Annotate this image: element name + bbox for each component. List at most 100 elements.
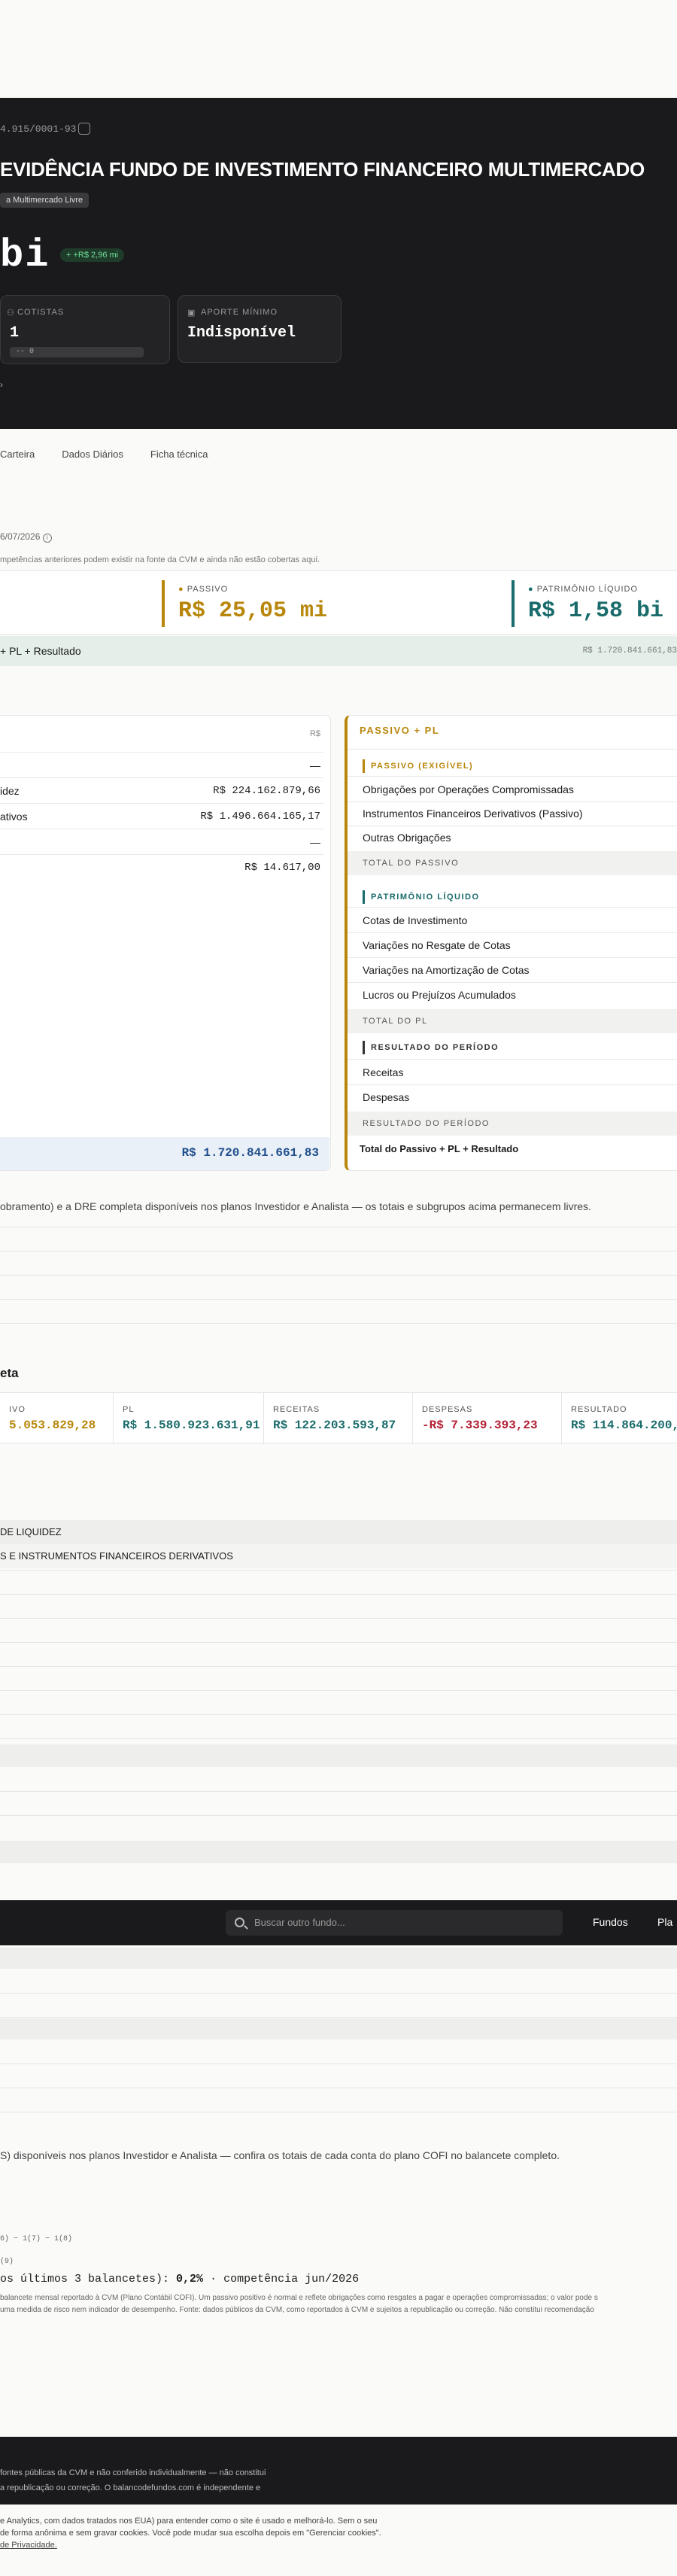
summary-value: 0,2% — [176, 2273, 204, 2286]
kpi-bar: ● PASSIVO R$ 25,05 mi ● PATRIMÔNIO LÍQUI… — [0, 570, 677, 635]
passivo-item-3: Outras Obrigações — [363, 832, 451, 844]
row-value: R$ 1.496.664.165,17 — [200, 811, 320, 823]
fund-cnpj: 4.915/0001-93 — [0, 123, 77, 135]
kpi-pl: ● PATRIMÔNIO LÍQUIDO R$ 1,58 bi — [512, 580, 663, 627]
dre-label: PL — [123, 1405, 135, 1414]
cookie-banner: e Analytics, com dados tratados nos EUA)… — [0, 2515, 677, 2551]
cookie-line-2: de forma anônima e sem gravar cookies. V… — [0, 2529, 381, 2538]
kpi-passivo: ● PASSIVO R$ 25,05 mi — [162, 580, 327, 627]
dre-receitas: RECEITAS R$ 122.203.593,87 — [263, 1393, 396, 1444]
total-passivo-row: TOTAL DO PASSIVO — [348, 851, 677, 875]
dre-despesas: DESPESAS -R$ 7.339.393,23 — [412, 1393, 538, 1444]
footer-line-2: a republicação ou correção. O balancodef… — [0, 2483, 261, 2492]
dre-label: DESPESAS — [422, 1405, 473, 1414]
row-label: ativos — [0, 811, 28, 823]
pl-item-1: Cotas de Investimento — [363, 914, 468, 926]
passivo-header: PASSIVO + PL — [360, 725, 440, 736]
search-placeholder: Buscar outro fundo... — [254, 1917, 345, 1928]
kpi-pl-label: PATRIMÔNIO LÍQUIDO — [536, 585, 639, 594]
coverage-note: mpetências anteriores podem existir na f… — [0, 555, 320, 564]
calendar-icon: ▣ — [187, 309, 196, 318]
grand-total-label: Total do Passivo + PL + Resultado — [360, 1143, 519, 1154]
footer: fontes públicas da CVM e não conferido i… — [0, 2437, 677, 2505]
disclaimer-line-1: balancete mensal reportado à CVM (Plano … — [0, 2294, 598, 2302]
footer-line-1: fontes públicas da CVM e não conferido i… — [0, 2468, 266, 2477]
strip-label: + PL + Resultado — [0, 645, 81, 657]
kpi-pl-value: R$ 1,58 bi — [528, 598, 664, 624]
resultado-subheader: RESULTADO DO PERÍODO — [363, 1041, 499, 1054]
balance-strip: + PL + Resultado R$ 1.720.841.661,83 — [0, 636, 677, 666]
pl-delta-badge: + +R$ 2,96 mi — [60, 248, 125, 262]
section-band-4 — [0, 2018, 677, 2039]
dre-pl: PL R$ 1.580.923.631,91 — [113, 1393, 260, 1444]
dre-value: R$ 1.580.923.631,91 — [123, 1419, 260, 1432]
tab-ficha-tecnica[interactable]: Ficha técnica — [150, 449, 208, 460]
cotistas-change: -- 0 — [10, 347, 144, 357]
strip-total: R$ 1.720.841.661,83 — [582, 646, 677, 655]
ativo-row-outros: R$ 14.617,00 — [0, 856, 320, 880]
pl-big-value: bi — [0, 233, 50, 278]
total-pl-row: TOTAL DO PL — [348, 1009, 677, 1033]
info-icon[interactable]: i — [42, 534, 52, 543]
despesas-item: Despesas — [363, 1091, 410, 1103]
dre-label: RESULTADO — [571, 1405, 627, 1414]
copy-icon[interactable] — [78, 123, 90, 135]
ativo-row-dash2: — — [0, 830, 320, 854]
pl-item-4: Lucros ou Prejuízos Acumulados — [363, 989, 516, 1001]
section-band-blank — [0, 1744, 677, 1767]
section-band-3 — [0, 1948, 677, 1969]
ativo-row-liquidez: idez R$ 224.162.879,66 — [0, 779, 320, 803]
ativo-row-dash1: — — [0, 753, 320, 777]
passivo-subheader: PASSIVO (EXIGÍVEL) — [363, 759, 473, 773]
ativo-header: R$ — [0, 722, 320, 746]
currency-label: R$ — [309, 729, 320, 738]
nav-link-fundos[interactable]: Fundos — [593, 1916, 628, 1928]
tab-carteira[interactable]: Carteira — [0, 449, 35, 460]
passivo-item-2: Instrumentos Financeiros Derivativos (Pa… — [363, 807, 583, 820]
passivo-column: PASSIVO + PL PASSIVO (EXIGÍVEL) Obrigaçõ… — [345, 715, 677, 1171]
ativo-row-derivativos: ativos R$ 1.496.664.165,17 — [0, 804, 320, 829]
summary-suffix: · competência jun/2026 — [203, 2273, 360, 2286]
fund-category-tag: a Multimercado Livre — [0, 193, 90, 208]
section-band-blank-2 — [0, 1841, 677, 1863]
aporte-value: Indisponível — [187, 324, 296, 342]
pl-subheader: PATRIMÔNIO LÍQUIDO — [363, 890, 480, 904]
row-value: R$ 14.617,00 — [244, 862, 320, 874]
ativo-total-row: R$ 1.720.841.661,83 — [0, 1137, 329, 1170]
resultado-total-row: RESULTADO DO PERÍODO — [348, 1112, 677, 1136]
pl-item-3: Variações na Amortização de Cotas — [363, 964, 530, 976]
receitas-item: Receitas — [363, 1066, 404, 1078]
dre-title: eta — [0, 1366, 19, 1380]
dre-value: R$ 122.203.593,87 — [273, 1419, 396, 1432]
cotistas-value: 1 — [10, 324, 20, 342]
pl-item-2: Variações no Resgate de Cotas — [363, 939, 511, 951]
dre-value: R$ 114.864.200,64 — [571, 1419, 677, 1432]
privacy-link[interactable]: de Privacidade. — [0, 2539, 677, 2551]
row-value: R$ 224.162.879,66 — [213, 785, 320, 797]
passivo-item-1: Obrigações por Operações Compromissadas — [363, 783, 574, 795]
kpi-passivo-value: R$ 25,05 mi — [178, 598, 328, 624]
users-icon: ⚇ — [7, 309, 14, 318]
search-icon — [235, 1918, 244, 1927]
dash-value: — — [310, 759, 320, 771]
dre-value: -R$ 7.339.393,23 — [422, 1419, 538, 1432]
section-band-derivativos: S E INSTRUMENTOS FINANCEIROS DERIVATIVOS — [0, 1544, 677, 1568]
date-text: 6/07/2026 — [0, 531, 41, 542]
sticky-nav: Buscar outro fundo... Fundos Pla — [0, 1900, 677, 1945]
nav-link-planos[interactable]: Pla — [657, 1916, 672, 1928]
fund-tabs: Carteira Dados Diários Ficha técnica — [0, 449, 208, 460]
section-band-liquidez: DE LIQUIDEZ — [0, 1520, 677, 1544]
ativo-total-value: R$ 1.720.841.661,83 — [181, 1146, 319, 1160]
search-input[interactable]: Buscar outro fundo... — [226, 1910, 563, 1936]
kpi-passivo-label: PASSIVO — [187, 585, 229, 594]
aporte-card: ▣ APORTE MÍNIMO Indisponível — [178, 295, 342, 363]
dre-summary: IVO 5.053.829,28 PL R$ 1.580.923.631,91 RE… — [0, 1392, 677, 1444]
tab-dados-diarios[interactable]: Dados Diários — [62, 449, 123, 460]
fund-hero: 4.915/0001-93 EVIDÊNCIA FUNDO DE INVESTI… — [0, 98, 677, 429]
summary-prefix: os últimos 3 balancetes): — [0, 2273, 177, 2286]
row-label: idez — [0, 785, 20, 797]
cotistas-label: COTISTAS — [17, 308, 65, 317]
disclaimer: balancete mensal reportado à CVM (Plano … — [0, 2292, 677, 2316]
chevron-icon[interactable]: › — [0, 379, 3, 390]
dre-label: RECEITAS — [273, 1405, 320, 1414]
